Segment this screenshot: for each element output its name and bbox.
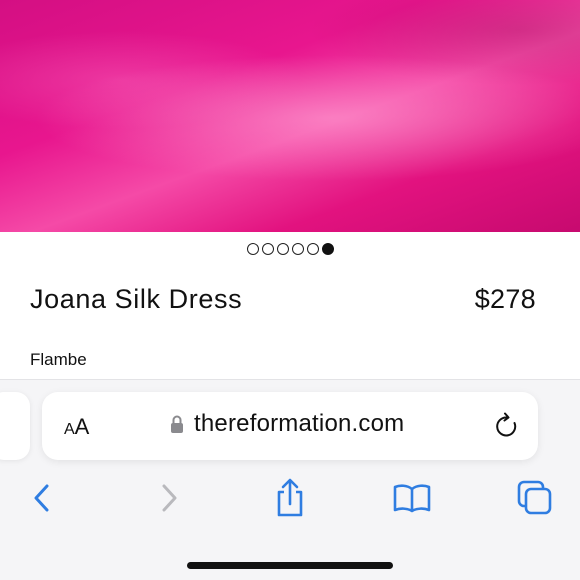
share-button[interactable] xyxy=(270,478,310,518)
tabs-icon xyxy=(517,480,552,515)
carousel-dot[interactable] xyxy=(276,243,289,255)
product-price: $278 xyxy=(474,284,536,314)
reader-options-button[interactable]: AA xyxy=(64,414,89,440)
back-icon xyxy=(34,484,49,512)
lock-icon xyxy=(170,414,184,434)
carousel-dots xyxy=(0,243,580,255)
carousel-dot-active[interactable] xyxy=(321,243,334,255)
carousel-dot[interactable] xyxy=(261,243,274,255)
back-button[interactable] xyxy=(22,478,62,518)
home-indicator[interactable] xyxy=(187,562,393,569)
product-title: Joana Silk Dress xyxy=(30,284,243,314)
share-icon xyxy=(277,478,303,517)
carousel-dot[interactable] xyxy=(291,243,304,255)
bookmarks-button[interactable] xyxy=(392,478,432,518)
carousel-dot[interactable] xyxy=(306,243,319,255)
product-color: Flambe xyxy=(30,350,87,369)
address-bar[interactable]: AA thereformation.com xyxy=(42,392,538,460)
url-text[interactable]: thereformation.com xyxy=(194,410,404,438)
bookmarks-icon xyxy=(393,484,431,513)
forward-icon xyxy=(162,484,177,512)
tabs-button[interactable] xyxy=(515,478,555,518)
aa-large: A xyxy=(74,414,90,439)
forward-button[interactable] xyxy=(149,478,189,518)
aa-small: A xyxy=(64,421,75,438)
product-image[interactable] xyxy=(0,0,580,232)
carousel-dot[interactable] xyxy=(246,243,259,255)
previous-tab-preview[interactable] xyxy=(0,392,30,460)
reload-icon[interactable] xyxy=(494,412,520,440)
